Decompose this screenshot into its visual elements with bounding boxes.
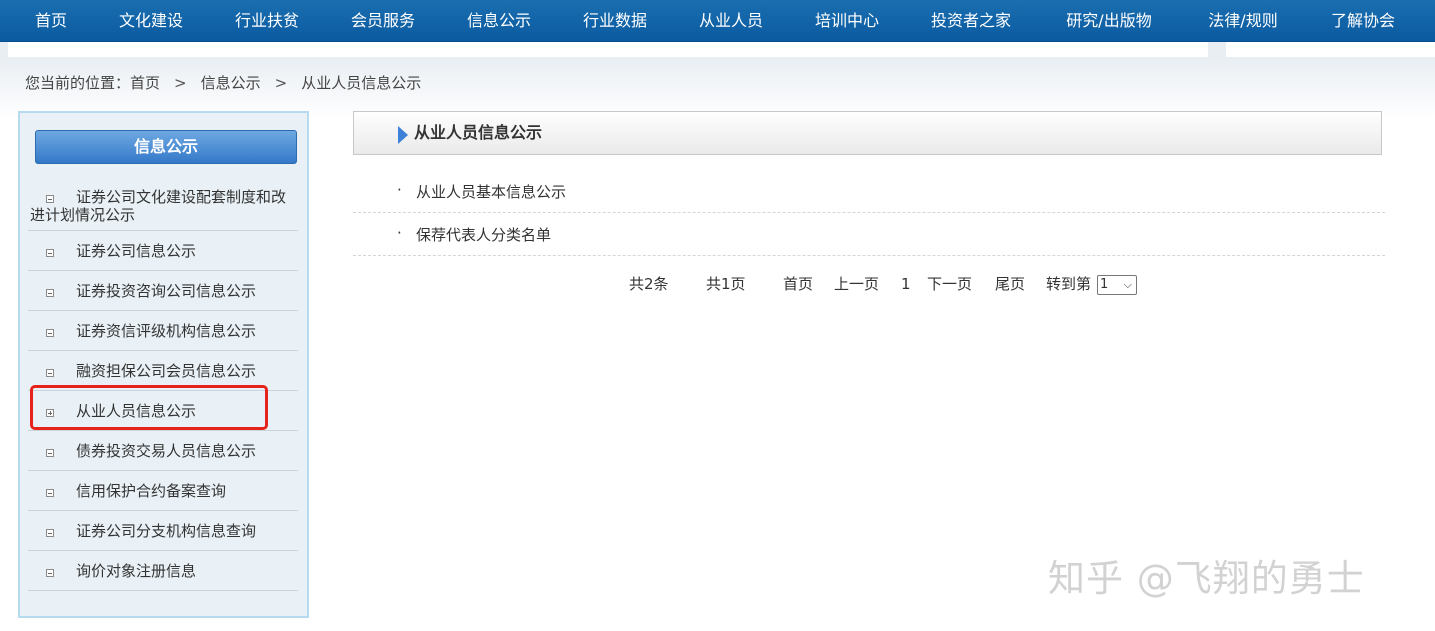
watermark: 知乎 @飞翔的勇士: [1048, 557, 1365, 600]
pager-goto-label: 转到第: [1046, 275, 1092, 293]
breadcrumb-separator: >: [174, 74, 187, 92]
collapse-icon: [46, 249, 54, 257]
pager-select-value: 1: [1100, 277, 1109, 292]
nav-poverty-alleviation[interactable]: 行业扶贫: [235, 0, 299, 41]
sidebar-item-label: 证券投资咨询公司信息公示: [76, 282, 257, 300]
pager-prev-button[interactable]: 上一页: [834, 274, 879, 294]
collapse-icon: [46, 289, 54, 297]
nav-member-services[interactable]: 会员服务: [351, 0, 415, 41]
collapse-icon: [46, 489, 54, 497]
nav-research-publications[interactable]: 研究/出版物: [1066, 0, 1151, 41]
bullet: ·: [397, 224, 402, 242]
list-item-link[interactable]: 从业人员基本信息公示: [416, 181, 566, 202]
nav-about[interactable]: 了解协会: [1331, 0, 1395, 41]
bullet: ·: [397, 181, 402, 199]
sidebar-item-label: 信用保护合约备案查询: [76, 482, 227, 500]
breadcrumb-current: 从业人员信息公示: [301, 74, 422, 92]
sidebar-item-branch-query[interactable]: 证券公司分支机构信息查询: [28, 511, 298, 551]
sidebar-item-investment-consulting[interactable]: 证券投资咨询公司信息公示: [28, 271, 298, 311]
sidebar-item-credit-protection[interactable]: 信用保护合约备案查询: [28, 471, 298, 511]
collapse-icon: [46, 449, 54, 457]
nav-info-disclosure[interactable]: 信息公示: [467, 0, 531, 41]
sidebar-item-label: 融资担保公司会员信息公示: [76, 362, 257, 380]
header-blank-right: [1226, 42, 1435, 57]
sidebar-item-securities-company[interactable]: 证券公司信息公示: [28, 231, 298, 271]
collapse-icon: [46, 569, 54, 577]
breadcrumb-separator: >: [274, 74, 288, 92]
pager-current-page: 1: [901, 275, 911, 293]
sidebar-item-label: 债券投资交易人员信息公示: [76, 442, 257, 460]
content-header: 从业人员信息公示: [353, 111, 1382, 155]
sidebar-item-label: 证券公司文化建设配套制度和改进计划情况公示: [30, 188, 287, 224]
collapse-icon: [46, 529, 54, 537]
sidebar-item-label: 证券公司分支机构信息查询: [76, 522, 257, 540]
pager-page-select[interactable]: 1 ⌵: [1097, 275, 1137, 295]
pager-last-button[interactable]: 尾页: [995, 274, 1025, 294]
nav-home[interactable]: 首页: [35, 0, 67, 41]
header-subband: [0, 42, 1435, 58]
chevron-down-icon: ⌵: [1123, 278, 1132, 291]
breadcrumb-prefix: 您当前的位置：: [25, 74, 131, 92]
nav-industry-data[interactable]: 行业数据: [583, 0, 647, 41]
highlight-annotation: [30, 385, 268, 430]
sidebar-item-bond-traders[interactable]: 债券投资交易人员信息公示: [28, 431, 298, 471]
nav-practitioners[interactable]: 从业人员: [699, 0, 763, 41]
page-title: 从业人员信息公示: [414, 123, 543, 142]
list-item: · 保荐代表人分类名单: [353, 213, 1385, 256]
breadcrumb-info-disclosure[interactable]: 信息公示: [201, 71, 261, 95]
nav-culture[interactable]: 文化建设: [119, 0, 183, 41]
sidebar-item-inquiry-registration[interactable]: 询价对象注册信息: [28, 551, 298, 591]
top-navigation-bar: 首页 文化建设 行业扶贫 会员服务 信息公示 行业数据 从业人员 培训中心 投资…: [0, 0, 1435, 42]
sidebar-title: 信息公示: [35, 130, 297, 164]
pager-total-records: 共2条: [629, 275, 669, 293]
sidebar-item-label: 证券资信评级机构信息公示: [76, 322, 257, 340]
breadcrumb: 您当前的位置：首页 > 信息公示 > 从业人员信息公示: [25, 71, 421, 95]
nav-training-center[interactable]: 培训中心: [815, 0, 879, 41]
pager-first-button[interactable]: 首页: [783, 274, 813, 294]
header-blank-left: [8, 42, 1208, 57]
sidebar: 信息公示 证券公司文化建设配套制度和改进计划情况公示 证券公司信息公示 证券投资…: [18, 111, 309, 618]
sidebar-item-label: 询价对象注册信息: [76, 562, 197, 580]
list-item: · 从业人员基本信息公示: [353, 170, 1385, 213]
pager-total-pages: 共1页: [706, 275, 746, 293]
nav-law-rules[interactable]: 法律/规则: [1208, 0, 1277, 41]
nav-investors[interactable]: 投资者之家: [931, 0, 1011, 41]
sidebar-item-credit-rating[interactable]: 证券资信评级机构信息公示: [28, 311, 298, 351]
list-item-link[interactable]: 保荐代表人分类名单: [416, 224, 551, 245]
collapse-icon: [46, 329, 54, 337]
breadcrumb-home[interactable]: 首页: [130, 71, 160, 95]
sidebar-item-label: 证券公司信息公示: [76, 242, 197, 260]
sidebar-item-culture-plan[interactable]: 证券公司文化建设配套制度和改进计划情况公示: [28, 181, 298, 231]
play-triangle-icon: [398, 126, 408, 144]
pager-next-button[interactable]: 下一页: [927, 274, 972, 294]
collapse-icon: [46, 369, 54, 377]
